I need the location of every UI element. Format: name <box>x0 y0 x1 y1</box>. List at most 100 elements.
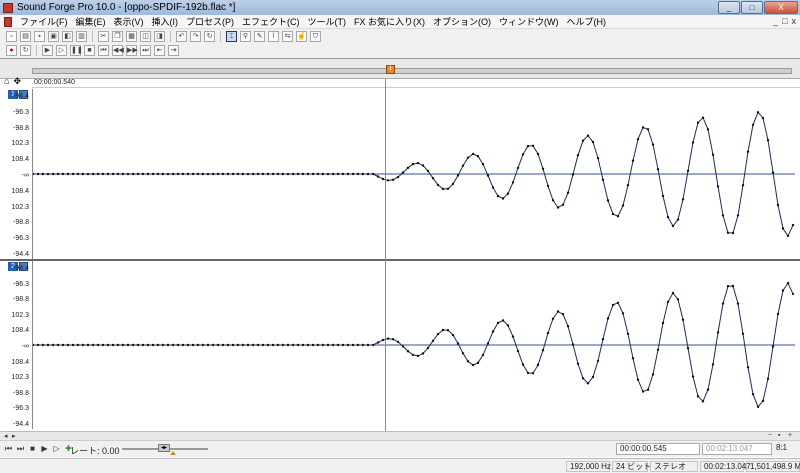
cut-icon[interactable]: ✂ <box>98 30 109 42</box>
save-as-icon[interactable]: ▣ <box>48 30 59 42</box>
sample-point <box>631 159 635 162</box>
menu-options[interactable]: オプション(O) <box>429 15 495 28</box>
sample-point <box>391 178 395 181</box>
menu-insert[interactable]: 挿入(I) <box>148 15 183 28</box>
overview-track[interactable] <box>32 68 792 74</box>
scroll-thumb-icon[interactable]: ▪ <box>778 432 780 439</box>
db-scale-label: 102.3 <box>11 312 29 319</box>
db-scale-label: -∞ <box>21 343 29 350</box>
menu-file[interactable]: ファイル(F) <box>16 15 72 28</box>
sample-point <box>581 377 585 380</box>
doc-close-button[interactable]: x <box>792 16 797 26</box>
sample-point <box>606 199 610 202</box>
zoom-in-icon[interactable]: + <box>788 432 792 439</box>
play-small-icon[interactable]: ▶ <box>40 444 49 453</box>
sample-point <box>216 343 220 347</box>
record-icon[interactable]: ● <box>6 44 17 56</box>
sample-point <box>466 360 470 363</box>
db-scale-label: -98.8 <box>13 125 29 132</box>
channel-2-waveform[interactable] <box>32 261 795 429</box>
play-all-icon[interactable]: ▶ <box>42 44 53 56</box>
sample-point <box>176 172 180 176</box>
doc-restore-button[interactable]: □ <box>782 16 787 26</box>
lock-icon[interactable]: ⌂ <box>4 76 9 87</box>
new-icon[interactable]: ▫ <box>6 30 17 42</box>
sample-point <box>541 349 545 352</box>
menu-fx-favorites[interactable]: FX お気に入り(X) <box>350 15 429 28</box>
menu-bar: ファイル(F) 編集(E) 表示(V) 挿入(I) プロセス(P) エフェクト(… <box>0 15 800 29</box>
stop-small-icon[interactable]: ■ <box>28 444 37 453</box>
sample-point <box>621 204 625 207</box>
sample-point <box>101 343 105 347</box>
sample-point <box>606 317 610 320</box>
menu-help[interactable]: ヘルプ(H) <box>563 15 611 28</box>
document-icon[interactable] <box>4 16 12 27</box>
prev-marker-icon[interactable]: ⇤ <box>154 44 165 56</box>
sample-point <box>236 343 240 347</box>
copy-icon[interactable]: ❐ <box>112 30 123 42</box>
trim-icon[interactable]: ◨ <box>154 30 165 42</box>
print-icon[interactable]: ▥ <box>76 30 87 42</box>
sample-point <box>276 343 280 347</box>
go-end-icon[interactable]: ⏭ <box>140 44 151 56</box>
loop-icon[interactable]: ↻ <box>20 44 31 56</box>
menu-tools[interactable]: ツール(T) <box>304 15 351 28</box>
maximize-button[interactable]: □ <box>741 1 763 14</box>
stop-icon[interactable]: ■ <box>84 44 95 56</box>
selection-length-field[interactable]: 00:02:13.047 <box>702 443 772 455</box>
sample-point <box>33 343 35 347</box>
rewind-icon[interactable]: ◀◀ <box>112 44 124 56</box>
channel-1-waveform[interactable] <box>32 89 795 259</box>
pause-icon[interactable]: ❚❚ <box>70 44 83 56</box>
envelope-tool-icon[interactable]: ⌇ <box>268 30 279 42</box>
pencil-tool-icon[interactable]: ✎ <box>254 30 265 42</box>
save-icon[interactable]: ▪ <box>34 30 45 42</box>
sample-point <box>341 343 345 347</box>
snap-icon[interactable]: ✥ <box>13 76 21 87</box>
sample-point <box>456 174 460 177</box>
rate-slider-thumb[interactable]: ◂▸ <box>158 444 170 452</box>
zoom-out-icon[interactable]: − <box>768 432 772 439</box>
play-normal-small-icon[interactable]: ▷ <box>52 444 61 453</box>
play-icon[interactable]: ▷ <box>56 44 67 56</box>
minimize-button[interactable]: _ <box>718 1 740 14</box>
redo-icon[interactable]: ↷ <box>190 30 201 42</box>
event-tool-icon[interactable]: ⇆ <box>282 30 293 42</box>
time-ruler[interactable]: 00:00:00.540 <box>32 79 800 88</box>
menu-view[interactable]: 表示(V) <box>110 15 148 28</box>
horizontal-scrollbar[interactable]: ◂ ▸ − ▪ + <box>0 431 800 440</box>
marker-icon[interactable]: ⛉ <box>310 30 321 42</box>
paste-icon[interactable]: ▦ <box>126 30 137 42</box>
scroll-left-icon[interactable]: ◂ <box>4 432 8 440</box>
next-marker-icon[interactable]: ⇥ <box>168 44 179 56</box>
menu-window[interactable]: ウィンドウ(W) <box>495 15 563 28</box>
doc-minimize-button[interactable]: _ <box>773 16 778 26</box>
repeat-icon[interactable]: ↻ <box>204 30 215 42</box>
cursor-position-field[interactable]: 00:00:00.545 <box>616 443 700 455</box>
open-icon[interactable]: ▤ <box>20 30 31 42</box>
sample-point <box>646 388 650 391</box>
zoom-ratio: 8:1 <box>776 443 788 452</box>
playback-cursor[interactable] <box>385 79 386 431</box>
menu-effects[interactable]: エフェクト(C) <box>238 15 304 28</box>
scroll-right-small-icon[interactable]: ▸ <box>12 432 16 440</box>
sample-point <box>36 343 40 347</box>
edit-tool-icon[interactable]: ⌶ <box>226 30 237 42</box>
menu-process[interactable]: プロセス(P) <box>182 15 238 28</box>
go-start-icon[interactable]: ⏮ <box>98 44 109 56</box>
sample-point <box>496 321 500 325</box>
render-icon[interactable]: ◧ <box>62 30 73 42</box>
play-tool-icon[interactable]: ☝ <box>296 30 307 42</box>
go-start-small-icon[interactable]: ⏮ <box>4 444 13 453</box>
sample-point <box>56 343 60 347</box>
go-end-small-icon[interactable]: ⏭ <box>16 444 25 453</box>
sample-point <box>476 155 480 158</box>
magnify-tool-icon[interactable]: ⚲ <box>240 30 251 42</box>
undo-icon[interactable]: ↶ <box>176 30 187 42</box>
mix-icon[interactable]: ◫ <box>140 30 151 42</box>
menu-edit[interactable]: 編集(E) <box>72 15 110 28</box>
marker-flag[interactable]: 1 <box>386 65 395 74</box>
sample-point <box>591 140 595 144</box>
close-button[interactable]: X <box>764 1 798 14</box>
forward-icon[interactable]: ▶▶ <box>126 44 138 56</box>
